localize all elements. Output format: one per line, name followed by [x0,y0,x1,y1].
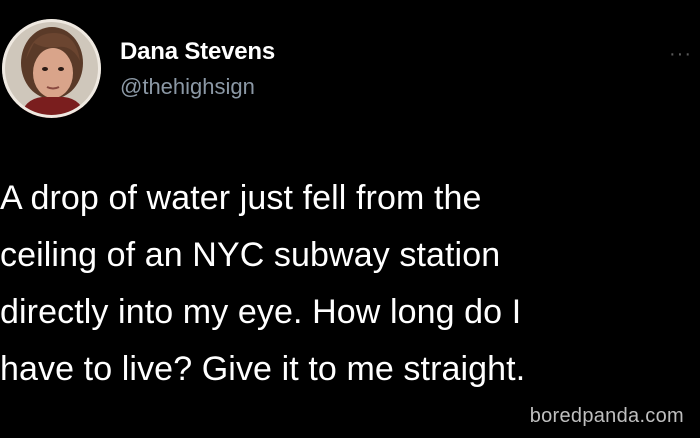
tweet-card: Dana Stevens @thehighsign ··· A drop of … [0,0,700,438]
author-info: Dana Stevens @thehighsign [120,38,275,101]
avatar-image [2,19,101,118]
tweet-text: A drop of water just fell from the ceili… [0,179,526,388]
watermark: boredpanda.com [529,405,684,427]
author-handle[interactable]: @thehighsign [120,73,275,101]
author-display-name[interactable]: Dana Stevens [120,38,275,66]
more-options-icon[interactable]: ··· [669,44,692,64]
author-avatar[interactable] [2,19,101,118]
